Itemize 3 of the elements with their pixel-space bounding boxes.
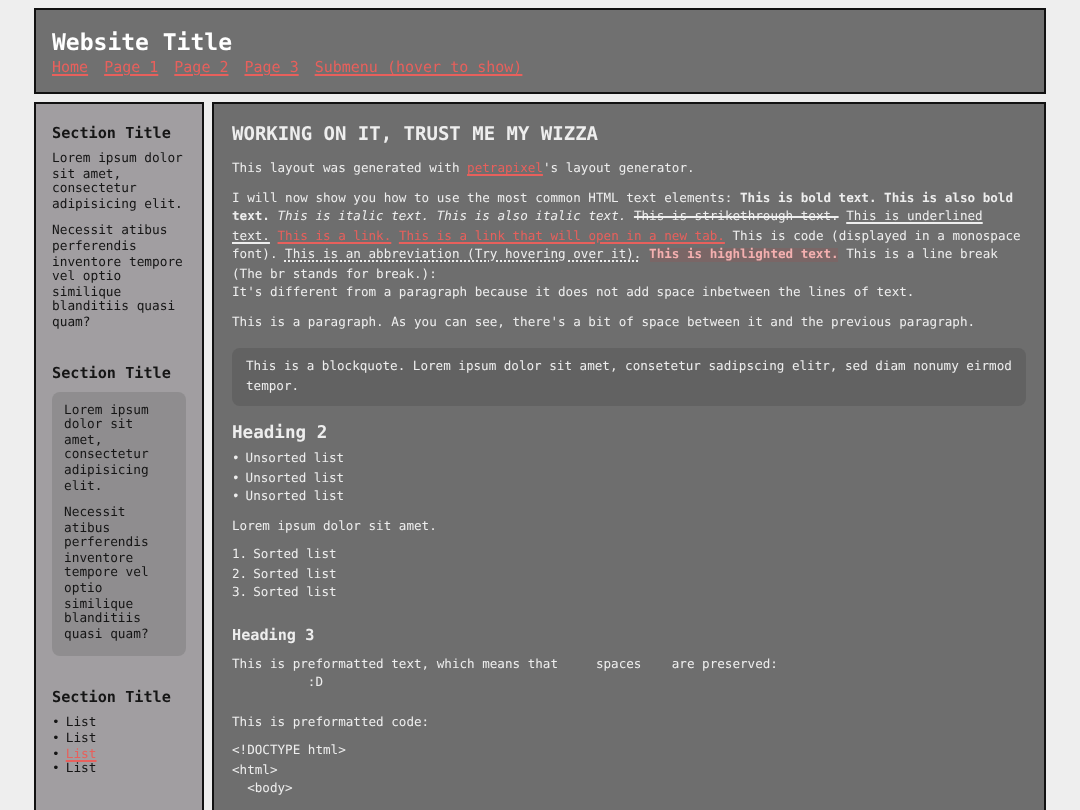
site-title: Website Title xyxy=(52,28,235,56)
heading: Heading 2 xyxy=(232,422,330,446)
page-title: WORKING ON IT, TRUST ME MY WIZZA xyxy=(232,124,601,148)
